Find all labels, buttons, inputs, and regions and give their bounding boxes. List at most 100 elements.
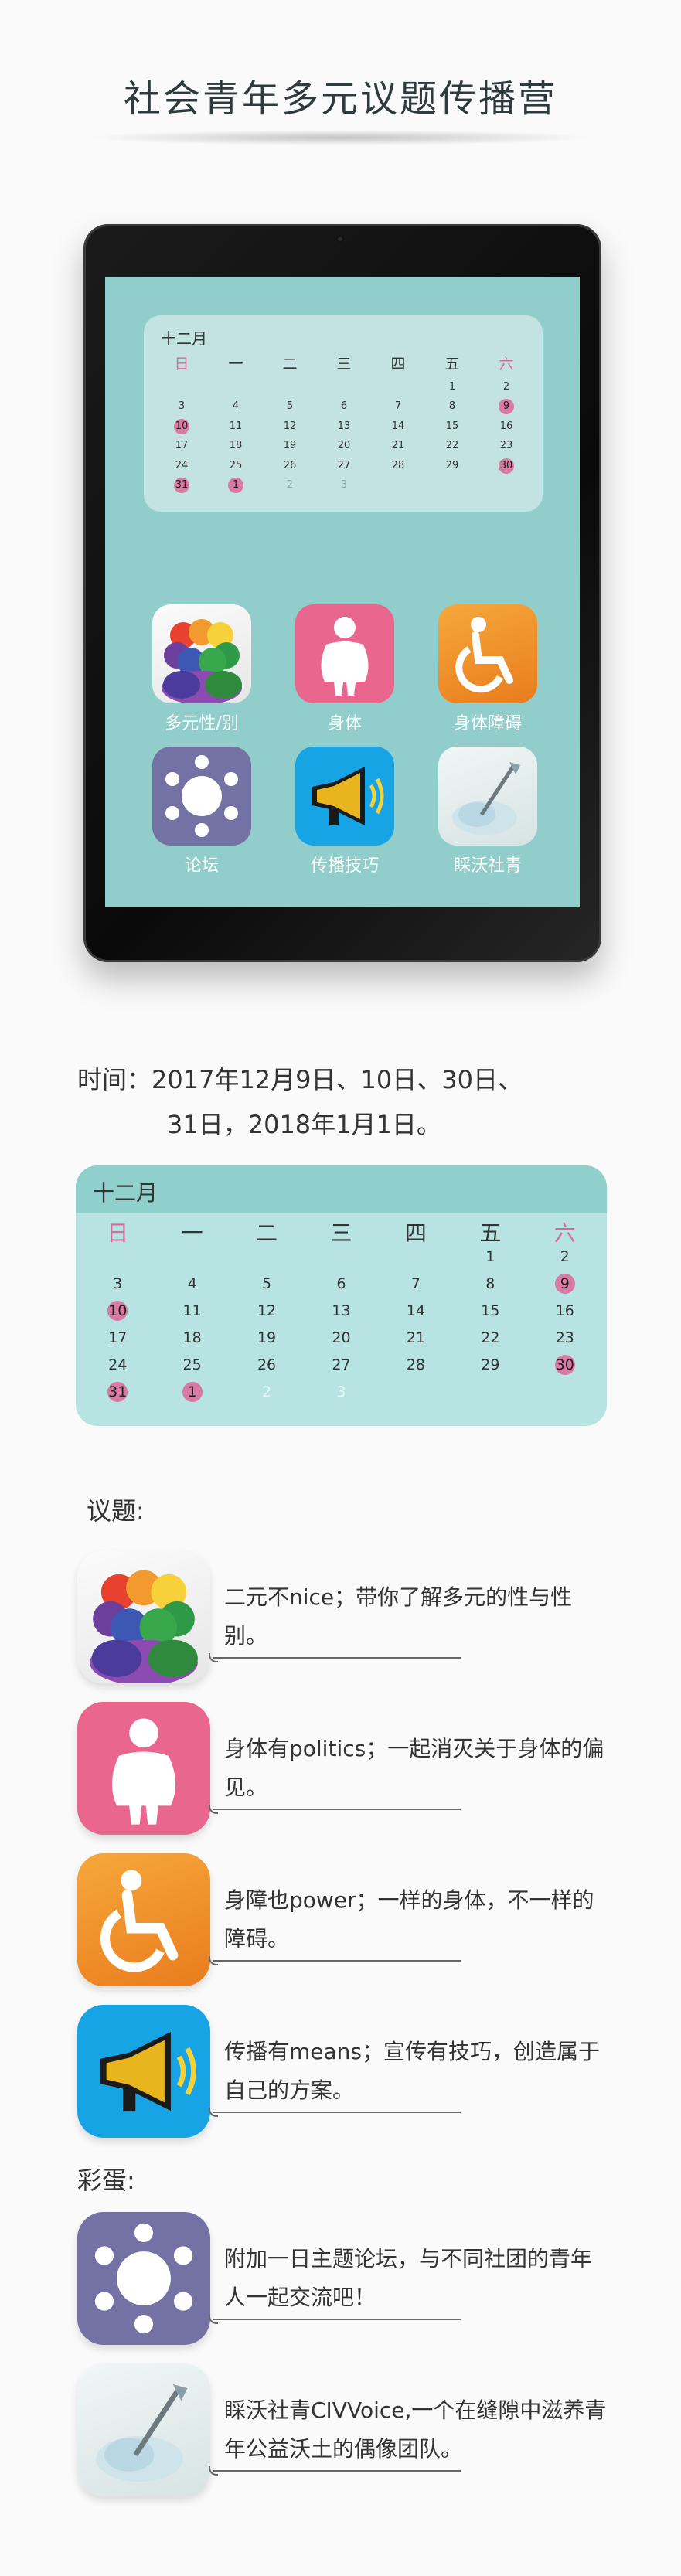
calendar-day[interactable]: 29: [444, 458, 460, 474]
app-communication[interactable]: 传播技巧: [287, 747, 403, 876]
underline-divider: [209, 2466, 461, 2476]
calendar-day[interactable]: 1: [182, 1381, 203, 1402]
calendar-day[interactable]: 17: [107, 1328, 128, 1348]
topic-text: 身障也power；一样的身体，不一样的障碍。: [224, 1887, 594, 1952]
app-civvoice[interactable]: 睬沃社青: [430, 747, 546, 876]
calendar-cell: 23: [479, 438, 533, 454]
calendar-day[interactable]: 10: [107, 1300, 128, 1321]
calendar-day[interactable]: 23: [555, 1328, 575, 1348]
calendar-day[interactable]: 24: [107, 1355, 128, 1375]
calendar-cell: 21: [371, 438, 425, 454]
calendar-day[interactable]: 23: [499, 438, 514, 454]
calendar-day[interactable]: 3: [107, 1274, 128, 1294]
topic-text: 身体有politics；一起消灭关于身体的偏见。: [224, 1736, 604, 1800]
calendar-day[interactable]: 13: [336, 419, 352, 434]
calendar-cell: 2: [263, 478, 317, 493]
calendar-day[interactable]: 2: [499, 379, 514, 395]
calendar-day[interactable]: 2: [282, 478, 298, 493]
calendar-grid: 1 2 3 4 5 6 7 8 9 10 11 12 13 14 15 16 17 18 19 20 21 22 23 24 2…: [155, 377, 533, 495]
civvoice-logo-icon: [438, 747, 537, 846]
calendar-day[interactable]: 25: [228, 458, 243, 474]
calendar-day[interactable]: 29: [480, 1355, 500, 1375]
app-disability[interactable]: 身体障碍: [430, 604, 546, 734]
forum-circle-icon: [77, 2212, 210, 2345]
calendar-day[interactable]: 14: [406, 1301, 426, 1321]
calendar-cell: 16: [479, 419, 533, 434]
calendar-day[interactable]: 1: [480, 1247, 500, 1267]
app-body[interactable]: 身体: [287, 604, 403, 734]
app-diversity[interactable]: 多元性/别: [144, 604, 260, 734]
calendar-day[interactable]: 2: [257, 1382, 277, 1402]
calendar-cell: 31: [80, 1381, 155, 1402]
calendar-day[interactable]: 26: [257, 1355, 277, 1375]
weekday-label: 一: [228, 356, 243, 373]
body-figure-icon: [295, 604, 394, 703]
calendar-day[interactable]: 18: [228, 438, 243, 454]
calendar-cell: 12: [263, 419, 317, 434]
calendar-day[interactable]: 6: [336, 399, 352, 414]
diversity-people-icon: [152, 604, 251, 703]
calendar-day[interactable]: 31: [107, 1381, 128, 1402]
calendar-day[interactable]: 2: [555, 1247, 575, 1267]
title-shadow: [85, 130, 595, 145]
calendar-day[interactable]: 16: [555, 1301, 575, 1321]
calendar-day[interactable]: 3: [336, 478, 352, 493]
calendar-day[interactable]: 4: [182, 1274, 203, 1294]
calendar-day[interactable]: 26: [282, 458, 298, 474]
calendar-day[interactable]: 20: [336, 438, 352, 454]
calendar-day[interactable]: 27: [336, 458, 352, 474]
calendar-day[interactable]: 8: [480, 1274, 500, 1294]
calendar-day[interactable]: 6: [331, 1274, 351, 1294]
calendar-day[interactable]: 13: [331, 1301, 351, 1321]
calendar-day[interactable]: 3: [174, 399, 189, 414]
calendar-cell: 6: [304, 1274, 378, 1294]
calendar-day[interactable]: 12: [257, 1301, 277, 1321]
calendar-day[interactable]: 1: [228, 478, 243, 494]
calendar-day[interactable]: 14: [390, 419, 406, 434]
calendar-day[interactable]: 5: [282, 399, 298, 414]
megaphone-icon: [295, 747, 394, 846]
calendar-day[interactable]: 15: [444, 419, 460, 434]
calendar-day[interactable]: 25: [182, 1355, 203, 1375]
weekday-label: 五: [444, 356, 460, 373]
calendar-day[interactable]: 28: [390, 458, 406, 474]
calendar-day[interactable]: 10: [174, 418, 189, 434]
calendar-day[interactable]: 11: [182, 1301, 203, 1321]
calendar-day[interactable]: 24: [174, 458, 189, 474]
calendar-day[interactable]: 31: [174, 478, 189, 494]
calendar-cell: 1: [425, 379, 479, 395]
calendar-cell: 3: [304, 1382, 378, 1402]
calendar-cell: 30: [528, 1354, 602, 1375]
calendar-day[interactable]: 16: [499, 419, 514, 434]
calendar-cell: 18: [155, 1328, 229, 1348]
calendar-day[interactable]: 1: [444, 379, 460, 395]
calendar-day[interactable]: 11: [228, 419, 243, 434]
calendar-day[interactable]: 15: [480, 1301, 500, 1321]
calendar-day[interactable]: 18: [182, 1328, 203, 1348]
calendar-day[interactable]: 5: [257, 1274, 277, 1294]
app-forum[interactable]: 论坛: [144, 747, 260, 876]
calendar-day[interactable]: 19: [257, 1328, 277, 1348]
calendar-day[interactable]: 7: [390, 399, 406, 414]
topic-item: 传播有means；宣传有技巧，创造属于自己的方案。: [77, 2005, 618, 2140]
calendar-day[interactable]: 21: [406, 1328, 426, 1348]
calendar-day[interactable]: 8: [444, 399, 460, 414]
calendar-day[interactable]: 9: [554, 1273, 575, 1294]
topics-label: 议题:: [87, 1496, 145, 1526]
calendar-day[interactable]: 22: [444, 438, 460, 454]
calendar-day[interactable]: 20: [331, 1328, 351, 1348]
calendar-day[interactable]: 12: [282, 419, 298, 434]
calendar-day[interactable]: 9: [499, 399, 514, 415]
calendar-day[interactable]: 30: [554, 1354, 575, 1375]
calendar-day[interactable]: 28: [406, 1355, 426, 1375]
calendar-day[interactable]: 17: [174, 438, 189, 454]
calendar-day[interactable]: 22: [480, 1328, 500, 1348]
calendar-day[interactable]: 27: [331, 1355, 351, 1375]
calendar-day[interactable]: 3: [331, 1382, 351, 1402]
calendar-day[interactable]: 30: [499, 458, 514, 474]
calendar-day[interactable]: 21: [390, 438, 406, 454]
calendar-cell: 3: [80, 1274, 155, 1294]
calendar-day[interactable]: 7: [406, 1274, 426, 1294]
calendar-day[interactable]: 19: [282, 438, 298, 454]
calendar-day[interactable]: 4: [228, 399, 243, 414]
